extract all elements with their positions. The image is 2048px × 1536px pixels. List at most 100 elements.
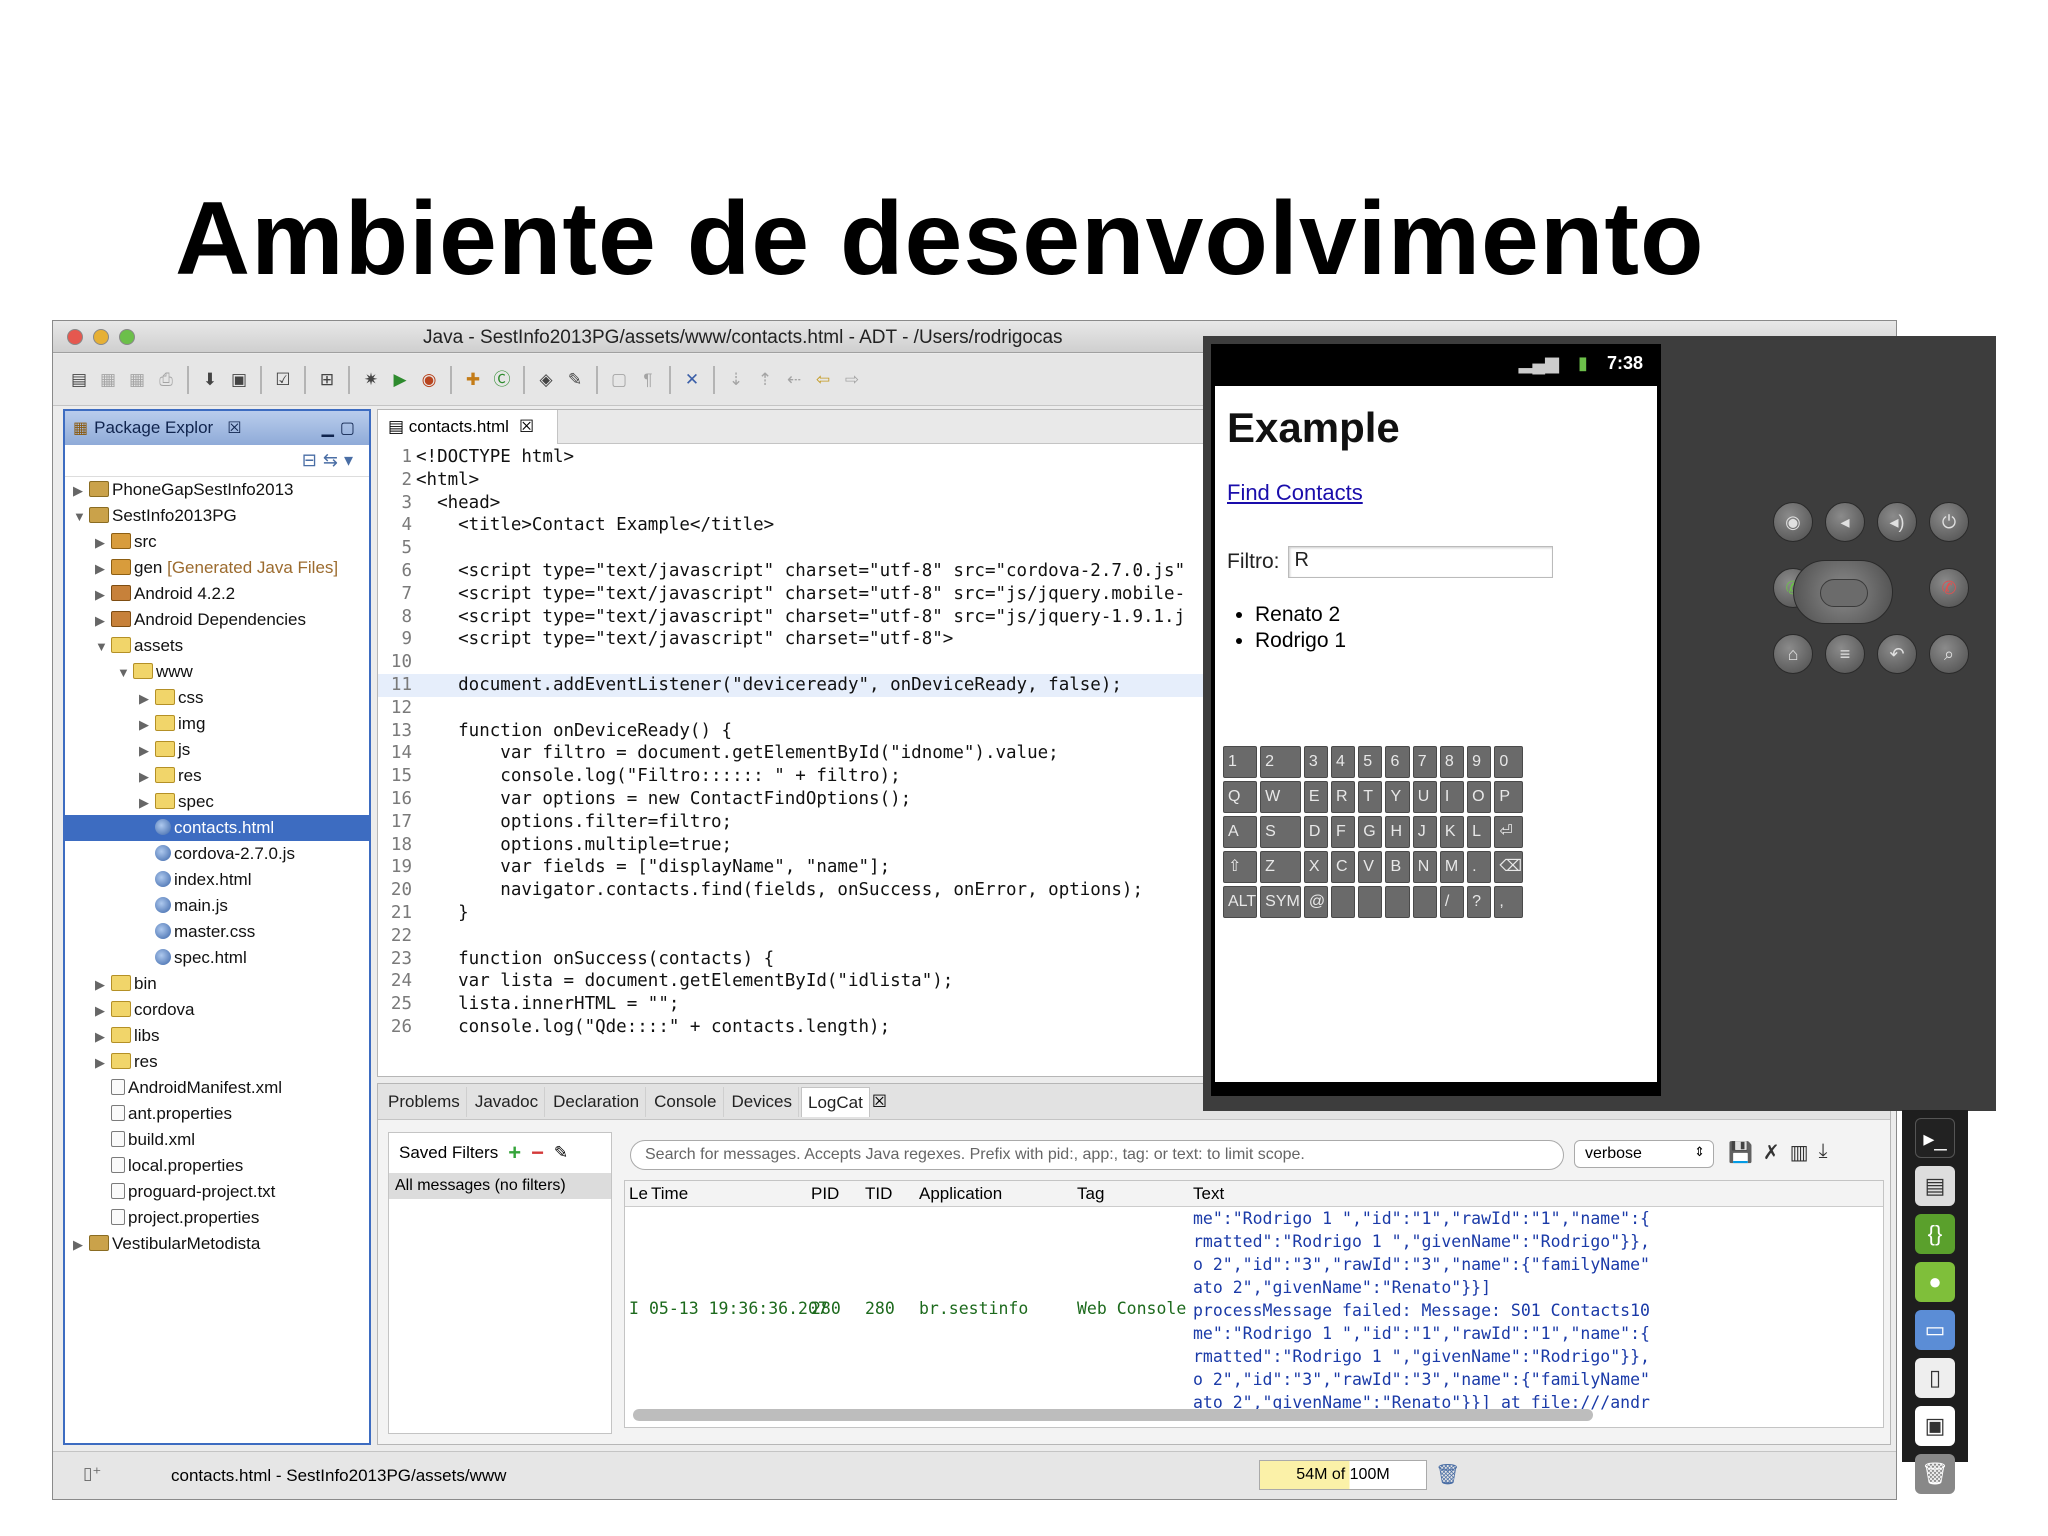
- keyboard-key[interactable]: @: [1303, 886, 1329, 918]
- next-annotation-icon[interactable]: ⇣: [724, 368, 748, 392]
- keyboard-key[interactable]: ⌫: [1494, 851, 1523, 883]
- expanded-arrow-icon[interactable]: ▼: [73, 504, 89, 530]
- keyboard-key[interactable]: Y: [1385, 781, 1410, 813]
- close-icon[interactable]: ☒: [227, 418, 241, 438]
- keyboard-key[interactable]: Z: [1260, 851, 1301, 883]
- tree-item[interactable]: ▶ img: [65, 711, 369, 737]
- expand-arrow-icon[interactable]: ▶: [95, 608, 111, 634]
- all-messages-filter[interactable]: All messages (no filters): [389, 1173, 611, 1199]
- expand-arrow-icon[interactable]: ▶: [139, 686, 155, 712]
- expand-arrow-icon[interactable]: ▶: [139, 764, 155, 790]
- keyboard-key[interactable]: Q: [1223, 781, 1258, 813]
- close-icon[interactable]: ☒: [872, 1092, 887, 1112]
- keyboard-key[interactable]: M: [1439, 851, 1465, 883]
- expand-arrow-icon[interactable]: ▶: [139, 712, 155, 738]
- tree-item[interactable]: master.css: [65, 919, 369, 945]
- keyboard-key[interactable]: ⇧: [1223, 851, 1258, 883]
- new-java-class-icon[interactable]: ✚: [461, 368, 485, 392]
- home-icon[interactable]: ⌂: [1773, 634, 1813, 674]
- keyboard-key[interactable]: ,: [1494, 886, 1523, 918]
- tree-item[interactable]: ▶ res: [65, 1049, 369, 1075]
- edit-filter-icon[interactable]: ✎: [554, 1143, 568, 1163]
- filter-input[interactable]: R: [1287, 546, 1553, 578]
- column-header[interactable]: Text: [1193, 1184, 1224, 1204]
- tree-item[interactable]: ▶ gen [Generated Java Files]: [65, 555, 369, 581]
- new-icon[interactable]: ▤: [67, 368, 91, 392]
- dpad-center[interactable]: [1820, 579, 1868, 607]
- expand-arrow-icon[interactable]: ▶: [95, 556, 111, 582]
- tree-item[interactable]: AndroidManifest.xml: [65, 1075, 369, 1101]
- keyboard-key[interactable]: J: [1412, 816, 1437, 848]
- pin-icon[interactable]: ✕: [680, 368, 704, 392]
- keyboard-key[interactable]: 3: [1303, 746, 1329, 778]
- close-window-icon[interactable]: [67, 329, 83, 345]
- preview-icon[interactable]: ▤: [1915, 1166, 1955, 1206]
- keyboard-key[interactable]: D: [1303, 816, 1329, 848]
- column-header[interactable]: Le: [629, 1184, 648, 1204]
- expand-arrow-icon[interactable]: ▶: [95, 1050, 111, 1076]
- collapse-all-icon[interactable]: ⊟: [302, 450, 323, 470]
- keyboard-key[interactable]: V: [1358, 851, 1383, 883]
- tab-problems[interactable]: Problems: [382, 1086, 467, 1117]
- forward-icon[interactable]: ⇨: [840, 368, 864, 392]
- end-call-icon[interactable]: ✆: [1929, 568, 1969, 608]
- folder-icon[interactable]: ▭: [1915, 1310, 1955, 1350]
- keyboard-key[interactable]: .: [1467, 851, 1492, 883]
- log-level-select[interactable]: verbose ⇕: [1574, 1140, 1714, 1168]
- save-log-icon[interactable]: 💾: [1728, 1140, 1753, 1165]
- close-icon[interactable]: ☒: [519, 417, 534, 436]
- garbage-collect-icon[interactable]: 🗑: [1435, 1462, 1460, 1487]
- remove-filter-icon[interactable]: −: [531, 1140, 544, 1166]
- keyboard-key[interactable]: L: [1467, 816, 1492, 848]
- expand-arrow-icon[interactable]: ▶: [73, 478, 89, 504]
- link-editor-icon[interactable]: ⇆: [323, 450, 344, 470]
- keyboard-key[interactable]: 4: [1331, 746, 1356, 778]
- keyboard-key[interactable]: U: [1412, 781, 1437, 813]
- keyboard-key[interactable]: I: [1439, 781, 1465, 813]
- keyboard-key[interactable]: 6: [1385, 746, 1410, 778]
- tree-item[interactable]: ▼ www: [65, 659, 369, 685]
- keyboard-key[interactable]: C: [1331, 851, 1356, 883]
- expand-arrow-icon[interactable]: ▶: [95, 1024, 111, 1050]
- toggle-columns-icon[interactable]: ▥: [1790, 1140, 1809, 1165]
- tree-item[interactable]: ▶ libs: [65, 1023, 369, 1049]
- minimize-window-icon[interactable]: [93, 329, 109, 345]
- tree-item[interactable]: local.properties: [65, 1153, 369, 1179]
- keyboard-key[interactable]: O: [1467, 781, 1492, 813]
- trash-icon[interactable]: 🗑: [1915, 1454, 1955, 1494]
- keyboard-key[interactable]: ALT: [1223, 886, 1258, 918]
- print-icon[interactable]: ⎙: [154, 368, 178, 392]
- clear-log-icon[interactable]: ✗: [1763, 1140, 1780, 1165]
- tree-item[interactable]: build.xml: [65, 1127, 369, 1153]
- column-header[interactable]: Time: [651, 1184, 688, 1204]
- column-header[interactable]: Tag: [1077, 1184, 1104, 1204]
- tab-javadoc[interactable]: Javadoc: [469, 1086, 546, 1117]
- find-contacts-link[interactable]: Find Contacts: [1227, 480, 1363, 506]
- cordova-icon[interactable]: {}: [1915, 1214, 1955, 1254]
- keyboard-key[interactable]: [1412, 886, 1437, 918]
- expand-arrow-icon[interactable]: ▶: [139, 738, 155, 764]
- expand-arrow-icon[interactable]: ▶: [95, 582, 111, 608]
- tree-item[interactable]: ▶ bin: [65, 971, 369, 997]
- keyboard-key[interactable]: 7: [1412, 746, 1437, 778]
- keyboard-key[interactable]: W: [1260, 781, 1301, 813]
- keyboard-key[interactable]: P: [1494, 781, 1523, 813]
- tab-console[interactable]: Console: [648, 1086, 724, 1117]
- back-icon[interactable]: ↶: [1877, 634, 1917, 674]
- tree-item[interactable]: ▶ spec: [65, 789, 369, 815]
- tree-item[interactable]: ▼ assets: [65, 633, 369, 659]
- keyboard-key[interactable]: ⏎: [1494, 816, 1523, 848]
- keyboard-key[interactable]: 5: [1358, 746, 1383, 778]
- run-icon[interactable]: ▶: [388, 368, 412, 392]
- save-icon[interactable]: ▦: [96, 368, 120, 392]
- avd-manager-icon[interactable]: ▣: [227, 368, 251, 392]
- column-header[interactable]: Application: [919, 1184, 1002, 1204]
- expand-arrow-icon[interactable]: ▶: [139, 790, 155, 816]
- code-area[interactable]: 1 <!DOCTYPE html> 2 <html> 3 <head> 4 <title>…: [378, 446, 1276, 1039]
- tree-item[interactable]: spec.html: [65, 945, 369, 971]
- column-header[interactable]: PID: [811, 1184, 839, 1204]
- new-class-icon[interactable]: Ⓒ: [490, 368, 514, 392]
- lint-icon[interactable]: ☑: [271, 368, 295, 392]
- tree-item[interactable]: ▶ js: [65, 737, 369, 763]
- horizontal-scrollbar[interactable]: [633, 1409, 1593, 1421]
